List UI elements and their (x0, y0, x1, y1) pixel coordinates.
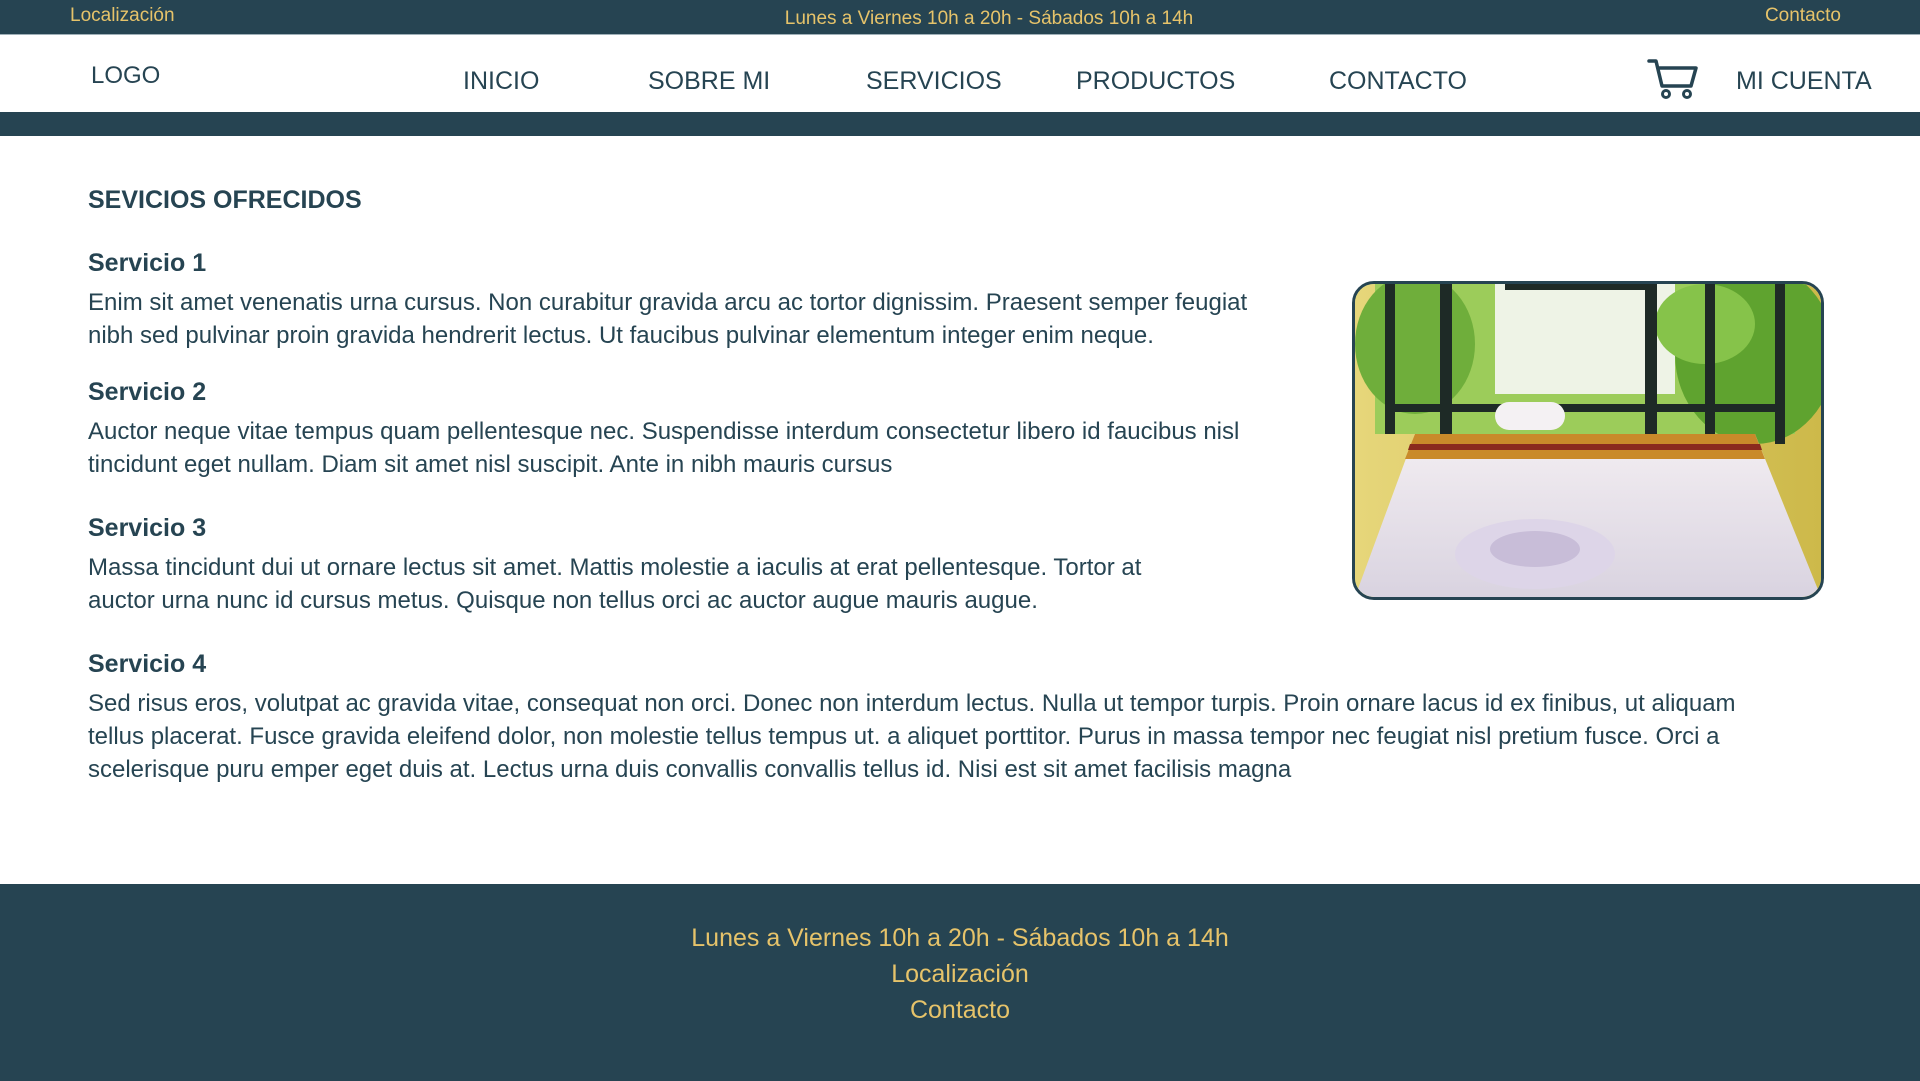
service-3-text: Massa tincidunt dui ut ornare lectus sit… (88, 554, 1142, 614)
footer-hours: Lunes a Viernes 10h a 20h - Sábados 10h … (691, 924, 1229, 952)
footer-location-link[interactable]: Localización (0, 960, 1920, 989)
service-2-title: Servicio 2 (88, 378, 207, 406)
shopping-cart-icon[interactable] (1647, 58, 1699, 100)
service-3-title: Servicio 3 (88, 514, 207, 542)
service-1-title: Servicio 1 (88, 249, 207, 277)
service-4-title: Servicio 4 (88, 650, 207, 678)
nav-item-inicio[interactable]: INICIO (463, 67, 539, 96)
nav-item-contacto[interactable]: CONTACTO (1329, 67, 1467, 96)
service-4-text: Sed risus eros, volutpat ac gravida vita… (88, 690, 1736, 783)
nav-item-productos[interactable]: PRODUCTOS (1076, 67, 1235, 96)
header-divider-strip (0, 112, 1920, 136)
footer: Lunes a Viernes 10h a 20h - Sábados 10h … (0, 884, 1920, 1081)
topbar-hours: Lunes a Viernes 10h a 20h - Sábados 10h … (784, 8, 1194, 29)
footer-contact-link[interactable]: Contacto (0, 996, 1920, 1025)
nav-item-servicios[interactable]: SERVICIOS (866, 67, 1002, 96)
top-info-bar: Localización Lunes a Viernes 10h a 20h -… (0, 0, 1920, 35)
logo[interactable]: LOGO (91, 62, 160, 90)
service-2-text: Auctor neque vitae tempus quam pellentes… (88, 418, 1240, 478)
service-1-text: Enim sit amet venenatis urna cursus. Non… (88, 289, 1248, 349)
spa-massage-room-photo (1352, 281, 1824, 600)
main-navbar: LOGO INICIO SOBRE MI SERVICIOS PRODUCTOS… (0, 35, 1920, 112)
nav-item-sobre-mi[interactable]: SOBRE MI (648, 67, 770, 96)
account-link[interactable]: MI CUENTA (1736, 67, 1872, 96)
page-title: SEVICIOS OFRECIDOS (88, 186, 362, 214)
topbar-contact-link[interactable]: Contacto (1765, 5, 1841, 27)
